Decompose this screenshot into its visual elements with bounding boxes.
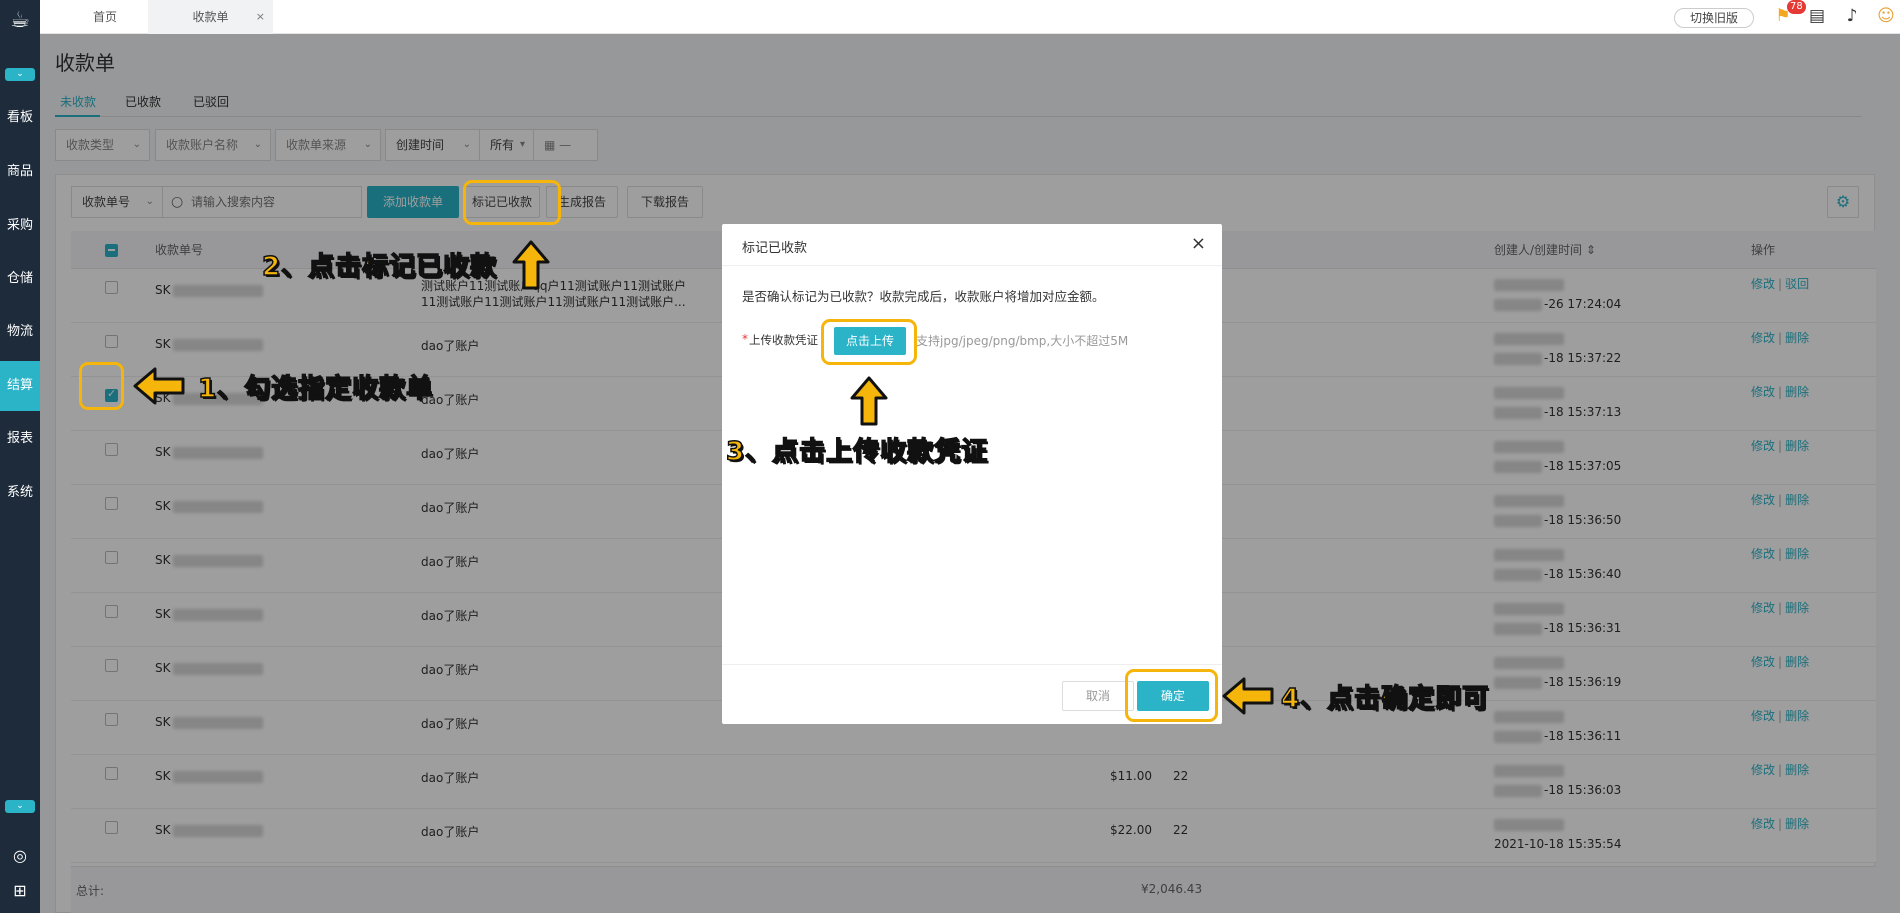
highlight-mark-button xyxy=(463,180,561,225)
user-avatar-icon[interactable]: ☺ xyxy=(1876,6,1896,26)
step2-note: 2、点击标记已收款 xyxy=(261,251,498,283)
highlight-confirm-button xyxy=(1125,669,1218,722)
sidebar: ☕ ⌄ 看板 商品 采购 仓储 物流 结算 报表 系统 ⌄ ◎ ⊞ xyxy=(0,0,40,913)
sidebar-item-logistics[interactable]: 物流 xyxy=(0,307,40,357)
notification-badge: 78 xyxy=(1787,0,1806,14)
switch-old-version-button[interactable]: 切换旧版 xyxy=(1674,8,1754,28)
chevron-down-icon[interactable]: ⌄ xyxy=(5,68,35,81)
bell-icon[interactable]: ♪ xyxy=(1842,6,1862,26)
dialog-title: 标记已收款 xyxy=(742,241,808,256)
gift-icon[interactable]: ⊞ xyxy=(9,880,31,902)
arrow-left-icon xyxy=(133,367,185,405)
sidebar-item-system[interactable]: 系统 xyxy=(0,468,40,518)
step4-note: 4、点击确定即可 xyxy=(1280,683,1490,715)
required-mark: * xyxy=(742,332,748,346)
tab-home[interactable]: 首页 xyxy=(50,0,160,34)
sidebar-item-purchase[interactable]: 采购 xyxy=(0,201,40,251)
arrow-up-icon xyxy=(512,240,550,290)
close-icon[interactable]: × xyxy=(256,0,265,34)
highlight-checkbox xyxy=(79,362,124,410)
top-bar: 首页 收款单 × 切换旧版 ⚑ 78 ▤ ♪ ☺ xyxy=(40,0,1900,34)
tab-receipt[interactable]: 收款单 × xyxy=(148,0,273,34)
dialog-header: 标记已收款 × xyxy=(722,224,1222,266)
arrow-up-icon xyxy=(850,376,888,426)
cancel-button[interactable]: 取消 xyxy=(1062,681,1134,711)
step3-note: 3、点击上传收款凭证 xyxy=(725,436,989,468)
sidebar-item-settlement[interactable]: 结算 xyxy=(0,361,40,411)
tab-receipt-label: 收款单 xyxy=(192,10,229,24)
sidebar-item-reports[interactable]: 报表 xyxy=(0,414,40,464)
upload-label: 上传收款凭证 xyxy=(749,333,818,347)
upload-hint: 支持jpg/jpeg/png/bmp,大小不超过5M xyxy=(916,334,1129,348)
arrow-left-icon xyxy=(1222,677,1274,715)
mark-paid-dialog: 标记已收款 × 是否确认标记为已收款？收款完成后，收款账户将增加对应金额。 * … xyxy=(722,224,1222,724)
step1-note: 1、勾选指定收款单 xyxy=(197,373,434,405)
logo-icon: ☕ xyxy=(10,8,30,33)
support-icon[interactable]: ◎ xyxy=(9,845,31,867)
document-icon[interactable]: ▤ xyxy=(1807,6,1827,26)
sidebar-item-warehouse[interactable]: 仓储 xyxy=(0,254,40,304)
highlight-upload-button xyxy=(821,319,917,365)
close-icon[interactable]: × xyxy=(1191,233,1206,254)
sidebar-item-dashboard[interactable]: 看板 xyxy=(0,93,40,143)
dialog-message: 是否确认标记为已收款？收款完成后，收款账户将增加对应金额。 xyxy=(742,289,1105,304)
sidebar-item-products[interactable]: 商品 xyxy=(0,147,40,197)
chevron-down-icon[interactable]: ⌄ xyxy=(5,800,35,813)
